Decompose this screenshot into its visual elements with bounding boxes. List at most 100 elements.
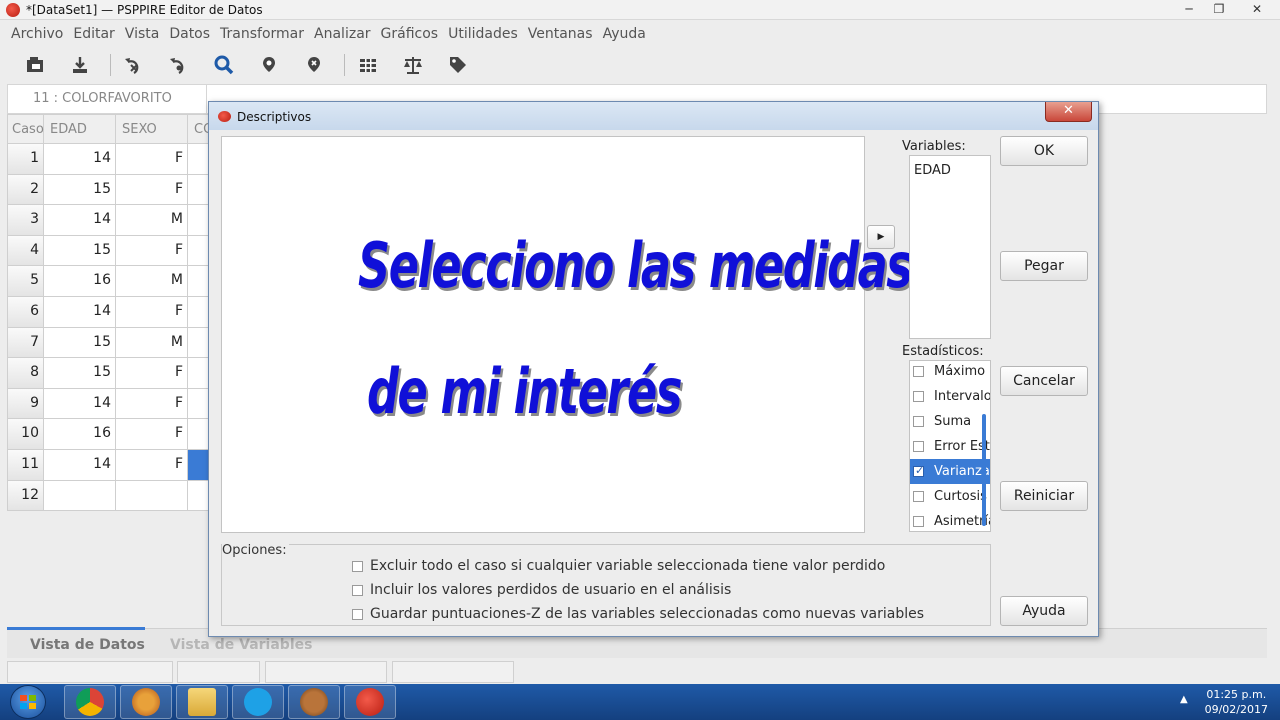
cell-edad[interactable]: 14 bbox=[44, 205, 116, 236]
option-exclude-case[interactable]: Excluir todo el caso si cualquier variab… bbox=[352, 558, 885, 574]
selected-variables-list[interactable]: EDAD bbox=[909, 155, 991, 339]
move-variable-button[interactable]: ▶ bbox=[867, 225, 895, 249]
cell-colorfavorito[interactable] bbox=[188, 358, 210, 389]
goto-variable-icon[interactable] bbox=[162, 50, 196, 80]
split-file-icon[interactable] bbox=[351, 50, 385, 80]
start-button[interactable] bbox=[10, 685, 46, 719]
chrome-icon[interactable] bbox=[64, 685, 116, 719]
option-include-missing[interactable]: Incluir los valores perdidos de usuario … bbox=[352, 582, 731, 598]
row-number[interactable]: 12 bbox=[7, 480, 44, 512]
skype-icon[interactable] bbox=[232, 685, 284, 719]
stat-maximo[interactable]: Máximo bbox=[910, 361, 990, 384]
weight-cases-icon[interactable] bbox=[396, 50, 430, 80]
checkbox[interactable] bbox=[913, 491, 924, 502]
menu-transformar[interactable]: Transformar bbox=[215, 26, 309, 42]
stat-curtosis[interactable]: Curtosis bbox=[910, 484, 990, 509]
system-clock[interactable]: 01:25 p.m. 09/02/2017 bbox=[1205, 687, 1268, 717]
cell-sexo[interactable]: F bbox=[116, 235, 188, 267]
cell-colorfavorito[interactable] bbox=[188, 205, 210, 236]
row-number[interactable]: 4 bbox=[7, 235, 44, 267]
cell-sexo[interactable]: F bbox=[116, 449, 188, 481]
cell-colorfavorito[interactable] bbox=[188, 144, 210, 175]
menu-editar[interactable]: Editar bbox=[68, 26, 119, 42]
cell-sexo[interactable]: M bbox=[116, 327, 188, 359]
cell-sexo[interactable]: M bbox=[116, 205, 188, 236]
cell-colorfavorito[interactable] bbox=[188, 327, 210, 359]
tab-vista-de-datos[interactable]: Vista de Datos bbox=[30, 637, 145, 653]
cell-edad[interactable]: 14 bbox=[44, 449, 116, 481]
cell-sexo[interactable]: F bbox=[116, 388, 188, 420]
insert-variable-icon[interactable] bbox=[297, 50, 331, 80]
cell-edad[interactable]: 16 bbox=[44, 266, 116, 297]
cell-sexo[interactable]: F bbox=[116, 419, 188, 450]
menu-utilidades[interactable]: Utilidades bbox=[443, 26, 523, 42]
checkbox[interactable] bbox=[352, 584, 363, 596]
cell-colorfavorito-selected[interactable] bbox=[188, 449, 210, 481]
row-number[interactable]: 8 bbox=[7, 358, 44, 389]
checkbox[interactable] bbox=[913, 416, 924, 427]
cell-edad[interactable]: 16 bbox=[44, 419, 116, 450]
gimp-icon[interactable] bbox=[288, 685, 340, 719]
cell-edad[interactable]: 15 bbox=[44, 235, 116, 267]
row-number[interactable]: 6 bbox=[7, 296, 44, 328]
cell-edad[interactable]: 15 bbox=[44, 358, 116, 389]
stat-asimetria[interactable]: Asimetría bbox=[910, 509, 990, 531]
row-number[interactable]: 11 bbox=[7, 449, 44, 481]
option-save-z-scores[interactable]: Guardar puntuaciones-Z de las variables … bbox=[352, 606, 924, 622]
row-number[interactable]: 10 bbox=[7, 419, 44, 450]
stat-varianza[interactable]: Varianza bbox=[910, 459, 990, 484]
cell-edad[interactable]: 14 bbox=[44, 144, 116, 175]
checkbox-checked[interactable] bbox=[913, 464, 924, 477]
reset-button[interactable]: Reiniciar bbox=[1000, 481, 1088, 511]
cell-colorfavorito[interactable] bbox=[188, 388, 210, 420]
menu-vista[interactable]: Vista bbox=[120, 26, 165, 42]
minimize-icon[interactable]: ─ bbox=[1174, 0, 1204, 18]
paste-button[interactable]: Pegar bbox=[1000, 251, 1088, 281]
row-number[interactable]: 5 bbox=[7, 266, 44, 297]
cell-colorfavorito[interactable] bbox=[188, 235, 210, 267]
checkbox[interactable] bbox=[352, 608, 363, 620]
save-icon[interactable] bbox=[63, 50, 97, 80]
pspp-icon[interactable] bbox=[344, 685, 396, 719]
menu-graficos[interactable]: Gráficos bbox=[376, 26, 444, 42]
column-header-colorfavorito[interactable]: CO bbox=[188, 114, 213, 144]
stat-intervalo[interactable]: Intervalo bbox=[910, 384, 990, 409]
menu-datos[interactable]: Datos bbox=[164, 26, 215, 42]
insert-case-icon[interactable] bbox=[252, 50, 286, 80]
goto-case-icon[interactable] bbox=[117, 50, 151, 80]
help-button[interactable]: Ayuda bbox=[1000, 596, 1088, 626]
close-icon[interactable]: ✕ bbox=[1045, 102, 1092, 122]
cell-colorfavorito[interactable] bbox=[188, 266, 210, 297]
cell-colorfavorito[interactable] bbox=[188, 174, 210, 206]
menu-archivo[interactable]: Archivo bbox=[6, 26, 68, 42]
menu-analizar[interactable]: Analizar bbox=[309, 26, 376, 42]
cell-colorfavorito[interactable] bbox=[188, 419, 210, 450]
checkbox[interactable] bbox=[913, 516, 924, 527]
ok-button[interactable]: OK bbox=[1000, 136, 1088, 166]
cell-sexo[interactable]: F bbox=[116, 174, 188, 206]
tray-expand-icon[interactable]: ▲ bbox=[1180, 694, 1188, 705]
firefox-icon[interactable] bbox=[120, 685, 172, 719]
source-variable-list[interactable]: Selecciono las medidas de mi interés bbox=[221, 136, 913, 533]
cell-sexo[interactable]: F bbox=[116, 296, 188, 328]
stat-suma[interactable]: Suma bbox=[910, 409, 990, 434]
column-header-caso[interactable]: Caso bbox=[7, 114, 44, 144]
cell-sexo[interactable]: F bbox=[116, 358, 188, 389]
cell-edad[interactable]: 15 bbox=[44, 174, 116, 206]
statistics-scrollbar[interactable] bbox=[982, 414, 986, 526]
cancel-button[interactable]: Cancelar bbox=[1000, 366, 1088, 396]
file-explorer-icon[interactable] bbox=[176, 685, 228, 719]
menu-ventanas[interactable]: Ventanas bbox=[523, 26, 598, 42]
row-number[interactable]: 7 bbox=[7, 327, 44, 359]
checkbox[interactable] bbox=[352, 560, 363, 572]
tab-vista-de-variables[interactable]: Vista de Variables bbox=[170, 637, 312, 653]
cell-edad[interactable]: 15 bbox=[44, 327, 116, 359]
value-labels-icon[interactable] bbox=[441, 50, 475, 80]
list-item[interactable]: EDAD bbox=[914, 163, 951, 178]
cell-sexo[interactable]: F bbox=[116, 144, 188, 175]
close-icon[interactable]: ✕ bbox=[1234, 0, 1280, 18]
row-number[interactable]: 9 bbox=[7, 388, 44, 420]
menu-ayuda[interactable]: Ayuda bbox=[598, 26, 651, 42]
cell-sexo[interactable]: M bbox=[116, 266, 188, 297]
cell-colorfavorito[interactable] bbox=[188, 480, 210, 512]
